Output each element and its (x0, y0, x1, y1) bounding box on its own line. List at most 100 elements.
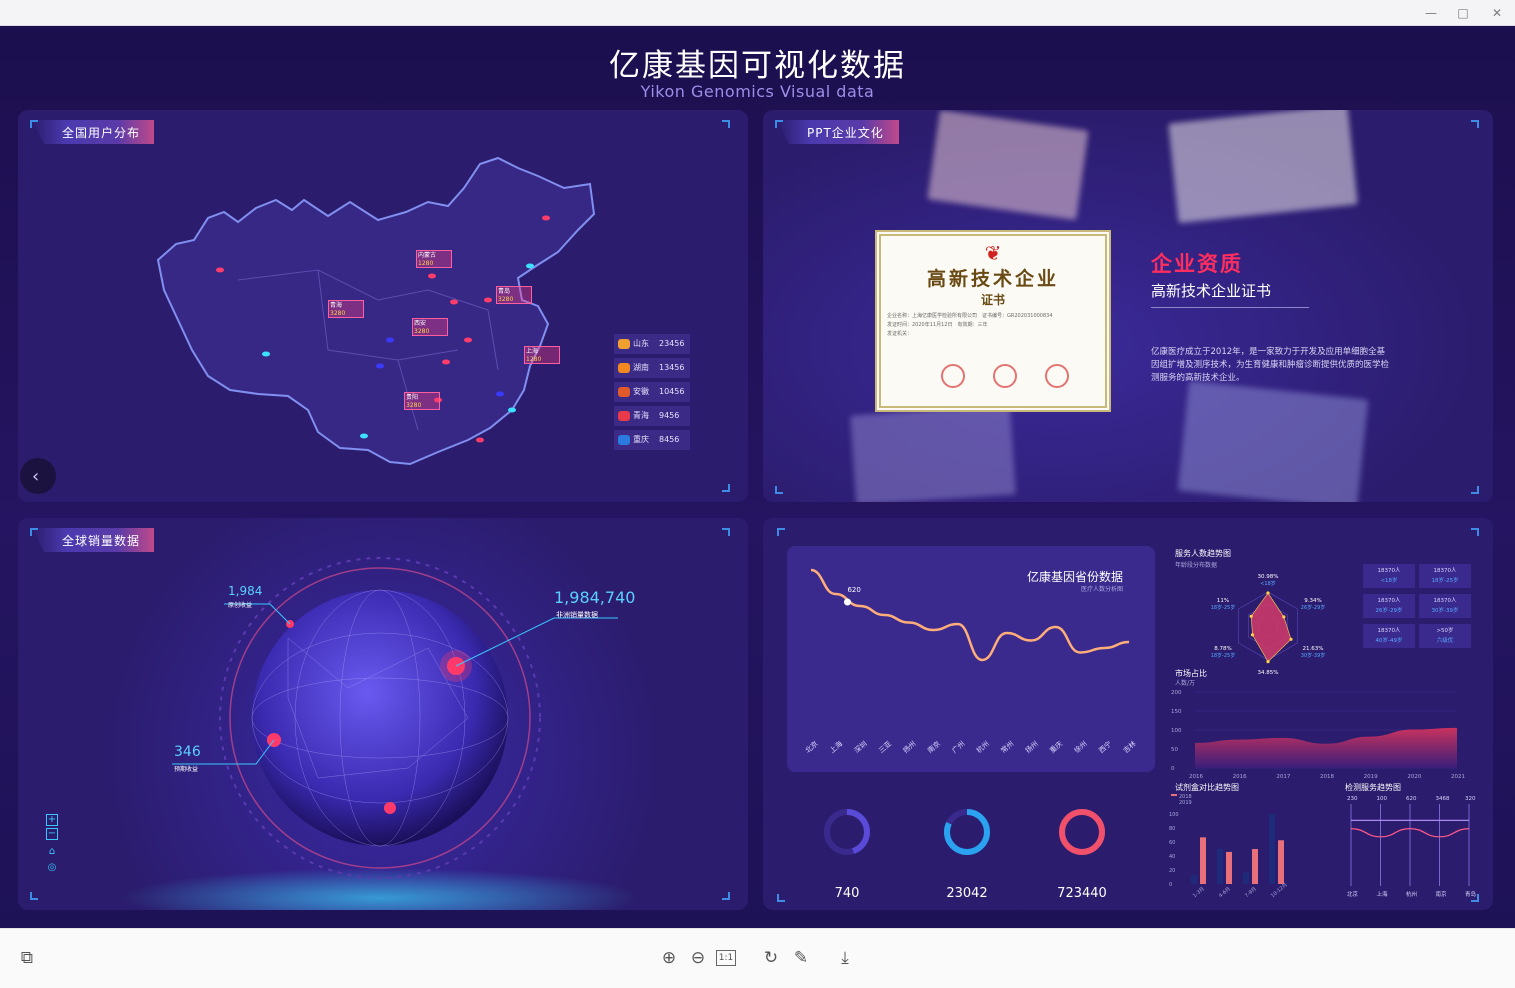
culture-subheading: 高新技术企业证书 (1151, 282, 1272, 300)
highlight-label: 620 (847, 586, 860, 594)
certificate-background (927, 110, 1089, 221)
province-label: 扬州 (901, 739, 918, 755)
corner-decoration (1471, 486, 1479, 494)
province-label: 深圳 (852, 739, 869, 755)
zoom-out-button[interactable]: − (46, 828, 58, 840)
minimize-button[interactable]: — (1422, 4, 1440, 22)
ranking-row: 湖南 13456 (614, 358, 690, 378)
donut-charts (824, 809, 1105, 855)
home-icon[interactable]: ⌂ (46, 846, 58, 858)
zoom-out-icon[interactable]: ⊖ (687, 947, 709, 969)
edit-icon[interactable]: ✎ (790, 947, 812, 969)
radar-pct: 21.63% (1303, 646, 1324, 652)
province-icon (618, 363, 630, 373)
province-label: 常州 (999, 739, 1016, 755)
download-icon[interactable]: ⤓ (834, 947, 856, 969)
xtick: 2016 (1189, 774, 1203, 780)
map-tag: 青海 3280 (328, 300, 364, 318)
province-label: 重庆 (1048, 739, 1065, 755)
locate-icon[interactable]: ◎ (46, 862, 58, 874)
viewer-toolbar: ⧉ ⊕ ⊖ 1:1 ↻ ✎ ⤓ (0, 928, 1515, 988)
radar-legend: 18370人 <18岁 18370人 18岁-25岁 18370人 26岁-29岁 1… (1363, 564, 1483, 664)
rotate-icon[interactable]: ↻ (760, 947, 782, 969)
xtick: 2019 (1364, 774, 1378, 780)
maximize-button[interactable]: □ (1454, 4, 1472, 22)
province-label: 吉林 (1121, 739, 1138, 755)
culture-description: 亿康医疗成立于2012年，是一家致力于开发及应用单细胞全基因组扩增及测序技术，为… (1151, 347, 1390, 383)
page-subtitle: Yikon Genomics Visual data (640, 82, 875, 101)
ranking-row: 重庆 8456 (614, 430, 690, 450)
bottom-label: 北京 (1347, 890, 1359, 898)
donut-value: 740 (834, 886, 860, 901)
kit-bar-2018 (1269, 814, 1275, 884)
ranking-row: 安徽 10456 (614, 382, 690, 402)
legend-cell: 18370人 40岁-49岁 (1363, 624, 1415, 648)
province-label: 广州 (950, 739, 967, 755)
ytick: 60 (1169, 840, 1175, 846)
radar-pct: 8.78% (1214, 646, 1231, 652)
seal-icon (1045, 364, 1069, 388)
xtick: 2018 (1320, 774, 1334, 780)
ytick: 50 (1171, 747, 1178, 753)
actual-size-button[interactable]: 1:1 (716, 950, 736, 966)
globe-stat-b-value: 1,984,740 (554, 588, 636, 607)
market-area-chart: 200 150 100 50 0 2016 2016 2017 2018 2019 2020 2021 (1171, 690, 1465, 780)
divider (1151, 307, 1309, 308)
ranking-row: 青海 9456 (614, 406, 690, 426)
radar-point (1282, 615, 1286, 619)
chevron-left-icon[interactable]: ‹ (32, 466, 39, 487)
certificate-title: 高新技术企业 (926, 268, 1059, 290)
ytick: 0 (1169, 882, 1172, 888)
donut-value: 23042 (946, 886, 988, 901)
province-icon (618, 411, 630, 421)
radar-point (1266, 591, 1270, 595)
xtick: 2020 (1407, 774, 1421, 780)
ranking-row: 山东 23456 (614, 334, 690, 354)
radar-range: 30岁-39岁 (1301, 652, 1326, 659)
analytics-panel: 亿康基因省份数据 医疗人数分析图 北京 上海 深圳 三亚 扬州 南京 广州 杭州 常州 扬州 重庆徐… (763, 518, 1493, 910)
corner-decoration (777, 894, 785, 902)
certificate-image: ❦ 高新技术企业 证书 企业名称：上海亿康医学检验所有限公司 证书编号：GR20… (875, 230, 1111, 412)
globe-stat-c-label: 预期收益 (174, 766, 199, 773)
culture-panel-title: PPT企业文化 (777, 120, 899, 144)
zoom-in-icon[interactable]: ⊕ (658, 947, 680, 969)
kit-xtick: 1-3月 (1192, 886, 1206, 899)
top-label: 230 (1347, 796, 1358, 802)
globe-graphic (120, 557, 640, 910)
province-icon (618, 387, 630, 397)
zoom-in-button[interactable]: + (46, 814, 58, 826)
radar-chart: 30.98%<18岁 9.34%26岁-29岁 21.63%30岁-39岁 34.85… (1211, 574, 1326, 676)
legend-cell: >50岁 六级优 (1419, 624, 1471, 648)
top-label: 100 (1377, 796, 1388, 802)
ytick: 40 (1169, 854, 1175, 860)
province-label: 北京 (803, 739, 820, 755)
ytick: 150 (1171, 709, 1182, 715)
close-button[interactable]: ✕ (1488, 4, 1506, 22)
province-label: 扬州 (1023, 739, 1040, 755)
bottom-label: 南京 (1436, 890, 1448, 898)
radar-pct: 9.34% (1304, 598, 1321, 604)
xtick: 2016 (1233, 774, 1247, 780)
thumbnail-icon[interactable]: ⧉ (16, 947, 38, 969)
legend-swatch (1171, 794, 1177, 796)
donut-value: 723440 (1057, 886, 1107, 901)
ytick: 80 (1169, 826, 1175, 832)
kit-bar-2019 (1278, 840, 1284, 884)
bottom-label: 青岛 (1465, 890, 1477, 898)
map-tag: 内蒙古 1280 (416, 250, 452, 268)
ytick: 100 (1169, 812, 1179, 818)
radar-point (1250, 633, 1255, 637)
ytick: 200 (1171, 690, 1182, 696)
page-title: 亿康基因可视化数据 (609, 48, 906, 84)
globe-stat-b-label: 非洲销量数据 (556, 611, 598, 619)
province-label: 南京 (925, 739, 942, 755)
culture-heading: 企业资质 (1151, 252, 1243, 276)
map-tag: 西安 3280 (412, 318, 448, 336)
province-label: 西宁 (1097, 739, 1114, 755)
seal-icon (941, 364, 965, 388)
kit-bar-2018 (1217, 849, 1223, 884)
corner-decoration (1471, 528, 1479, 536)
province-line-chart: 北京 上海 深圳 三亚 扬州 南京 广州 杭州 常州 扬州 重庆 徐州 西宁 吉林620 (803, 568, 1138, 755)
radar-range: 18岁-25岁 (1211, 652, 1236, 659)
province-label: 杭州 (974, 739, 991, 755)
